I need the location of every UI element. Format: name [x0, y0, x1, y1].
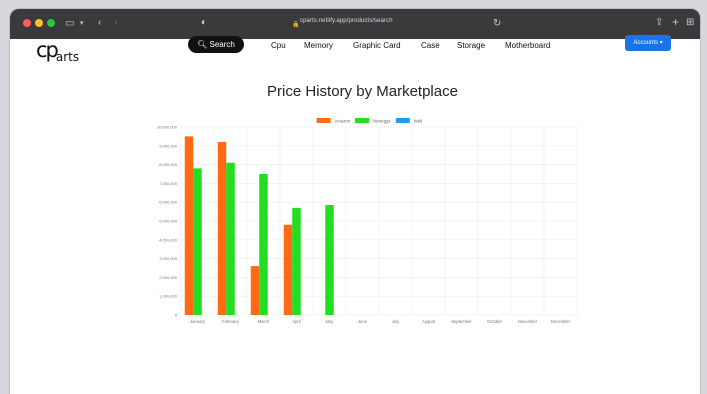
search-icon: 🔍︎ — [197, 40, 208, 49]
share-icon[interactable]: ⇪ — [655, 18, 663, 28]
forward-icon[interactable]: › — [114, 18, 117, 28]
browser-window: ▭ ▾ ‹ › ◐ 🔒 cparts.netlify.app/products/… — [10, 9, 700, 394]
nav-link-cpu[interactable]: Cpu — [271, 41, 286, 50]
logo-arts: arts — [55, 50, 80, 64]
chevron-down-icon[interactable]: ▾ — [80, 19, 84, 29]
nav-link-case[interactable]: Case — [421, 41, 440, 50]
nav-link-storage[interactable]: Storage — [457, 41, 485, 50]
back-icon[interactable]: ‹ — [98, 18, 101, 28]
chart-title: Price History by Marketplace — [267, 83, 458, 100]
search-button-label: Search — [209, 40, 235, 49]
nav-link-memory[interactable]: Memory — [304, 41, 333, 50]
tab-overview-icon[interactable]: ⊞ — [686, 18, 694, 28]
new-tab-icon[interactable]: + — [672, 16, 679, 28]
nav-link-motherboard[interactable]: Motherboard — [505, 41, 550, 50]
lock-icon: 🔒 — [292, 22, 300, 28]
browser-titlebar: ▭ ▾ ‹ › ◐ 🔒 cparts.netlify.app/products/… — [10, 9, 700, 39]
accounts-dropdown-button[interactable]: Accounts ▾ — [625, 35, 671, 51]
caret-down-icon: ▾ — [659, 40, 663, 46]
accounts-label: Accounts — [633, 40, 658, 46]
zoom-window-button[interactable] — [47, 19, 55, 27]
logo-cp: cp — [36, 38, 59, 62]
sidebar-icon[interactable]: ▭ — [65, 19, 74, 29]
nav-link-graphic-card[interactable]: Graphic Card — [353, 41, 401, 50]
search-button[interactable]: 🔍︎ Search — [188, 36, 244, 53]
close-window-button[interactable] — [23, 19, 31, 27]
address-bar[interactable]: cparts.netlify.app/products/search — [300, 18, 393, 24]
privacy-shield-icon[interactable]: ◐ — [201, 18, 207, 28]
site-logo[interactable]: cparts — [36, 38, 80, 64]
reload-icon[interactable]: ↻ — [493, 19, 501, 29]
minimize-window-button[interactable] — [35, 19, 43, 27]
